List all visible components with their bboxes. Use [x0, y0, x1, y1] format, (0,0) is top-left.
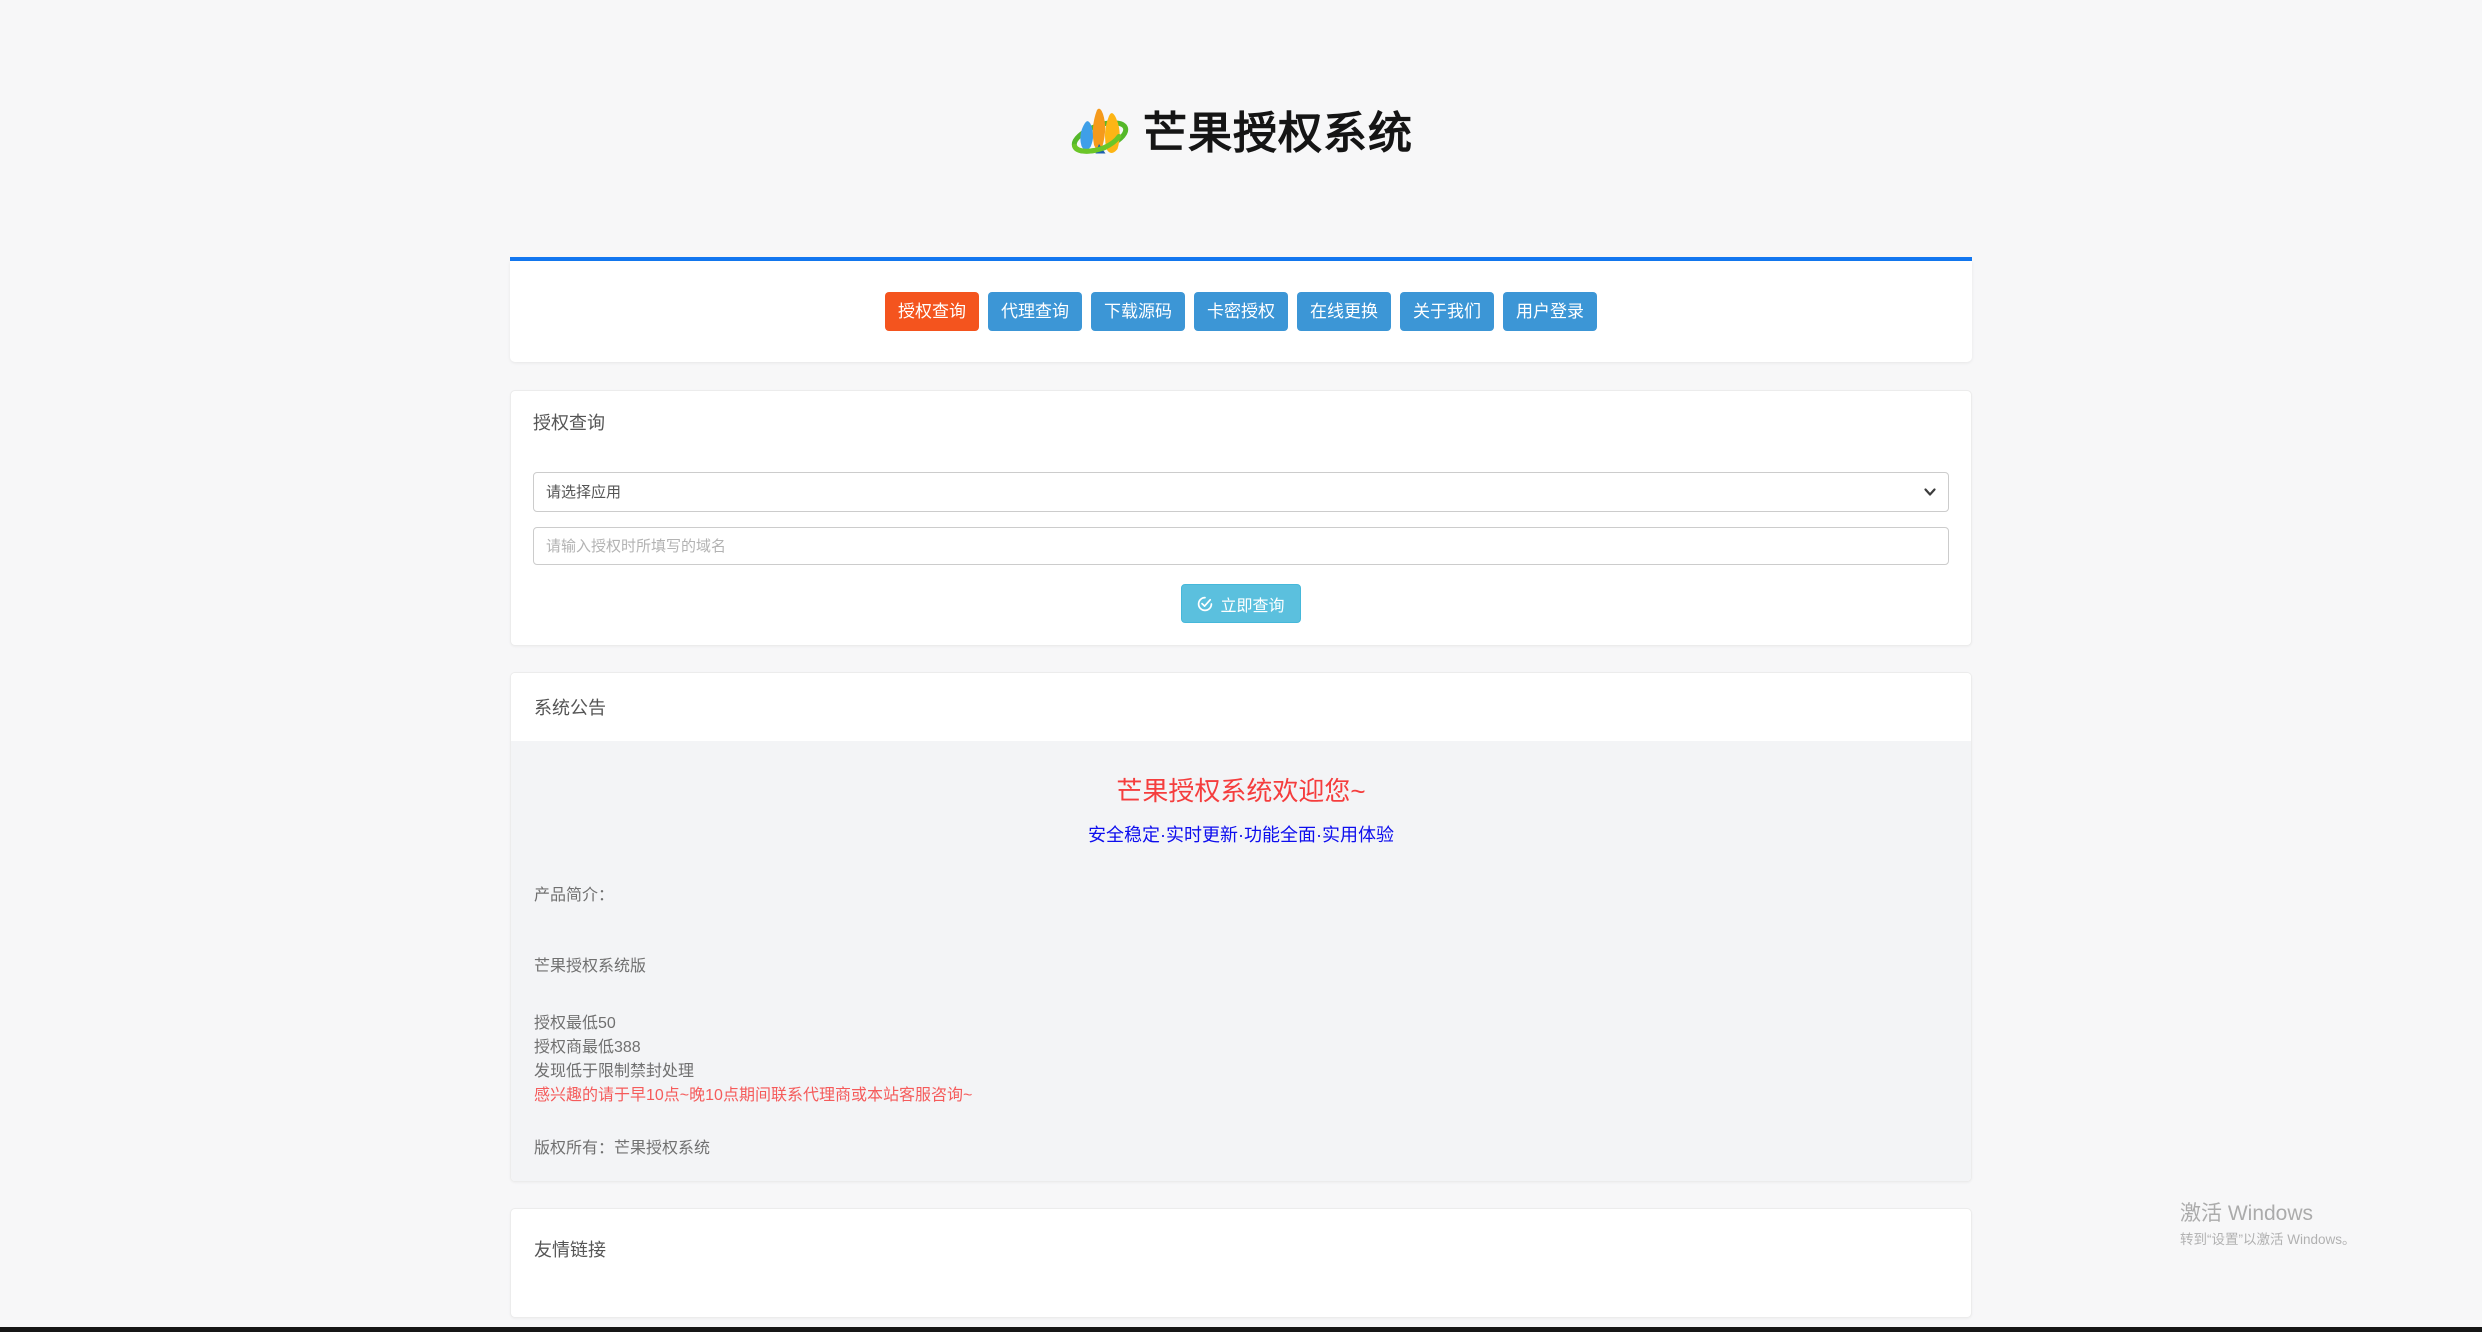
nav-item-auth-query[interactable]: 授权查询 [885, 292, 979, 331]
app-select[interactable]: 请选择应用 [533, 472, 1949, 512]
notice-line: 授权最低50 [534, 1015, 616, 1032]
watermark-subtitle: 转到“设置”以激活 Windows。 [2180, 1232, 2356, 1247]
notice-welcome-title: 芒果授权系统欢迎您~ [1116, 776, 1366, 806]
nav-item-agent-query[interactable]: 代理查询 [988, 292, 1082, 331]
domain-input[interactable] [533, 527, 1949, 565]
windows-activation-watermark: 激活 Windows 转到“设置”以激活 Windows。 [2180, 1201, 2356, 1250]
notice-line: 发现低于限制禁封处理 [534, 1063, 695, 1080]
footer-bar [0, 1327, 2482, 1332]
main-nav: 授权查询 代理查询 下载源码 卡密授权 在线更换 关于我们 用户登录 [510, 261, 1972, 362]
auth-query-card: 授权查询 请选择应用 立即查询 [510, 390, 1972, 646]
nav-item-user-login[interactable]: 用户登录 [1503, 292, 1597, 331]
auth-query-card-title: 授权查询 [533, 413, 605, 433]
query-submit-button[interactable]: 立即查询 [1181, 584, 1301, 623]
notice-highlight-line: 感兴趣的请于早10点~晚10点期间联系代理商或本站客服咨询~ [534, 1087, 973, 1104]
system-notice-body: 芒果授权系统欢迎您~ 安全稳定·实时更新·功能全面·实用体验 产品简介： 芒果授… [511, 741, 1971, 1181]
brand: 芒果授权系统 [1069, 97, 1413, 161]
site-header: 芒果授权系统 [0, 0, 2482, 257]
nav-item-about-us[interactable]: 关于我们 [1400, 292, 1494, 331]
nav-item-online-swap[interactable]: 在线更换 [1297, 292, 1391, 331]
site-title: 芒果授权系统 [1143, 107, 1413, 159]
notice-subtitle: 安全稳定·实时更新·功能全面·实用体验 [1088, 825, 1394, 845]
notice-copyright: 版权所有：芒果授权系统 [534, 1140, 711, 1157]
notice-product-name: 芒果授权系统版 [534, 958, 647, 975]
system-notice-card-title: 系统公告 [511, 673, 1971, 741]
notice-price-block: 授权最低50 授权商最低388 发现低于限制禁封处理 感兴趣的请于早10点~晚1… [534, 1012, 1948, 1108]
query-submit-label: 立即查询 [1220, 597, 1285, 615]
query-actions: 立即查询 [533, 584, 1949, 623]
watermark-title: 激活 Windows [2180, 1202, 2314, 1225]
system-notice-card: 系统公告 芒果授权系统欢迎您~ 安全稳定·实时更新·功能全面·实用体验 产品简介… [510, 672, 1972, 1182]
nav-item-card-auth[interactable]: 卡密授权 [1194, 292, 1288, 331]
notice-line: 授权商最低388 [534, 1039, 641, 1056]
friendly-links-card: 友情链接 [510, 1208, 1972, 1318]
notice-intro-label: 产品简介： [534, 887, 615, 904]
check-circle-icon [1198, 596, 1213, 611]
app-select-wrap: 请选择应用 [533, 472, 1949, 512]
friendly-links-card-title: 友情链接 [534, 1240, 606, 1260]
mango-logo-icon [1071, 108, 1129, 154]
nav-item-download-src[interactable]: 下载源码 [1091, 292, 1185, 331]
